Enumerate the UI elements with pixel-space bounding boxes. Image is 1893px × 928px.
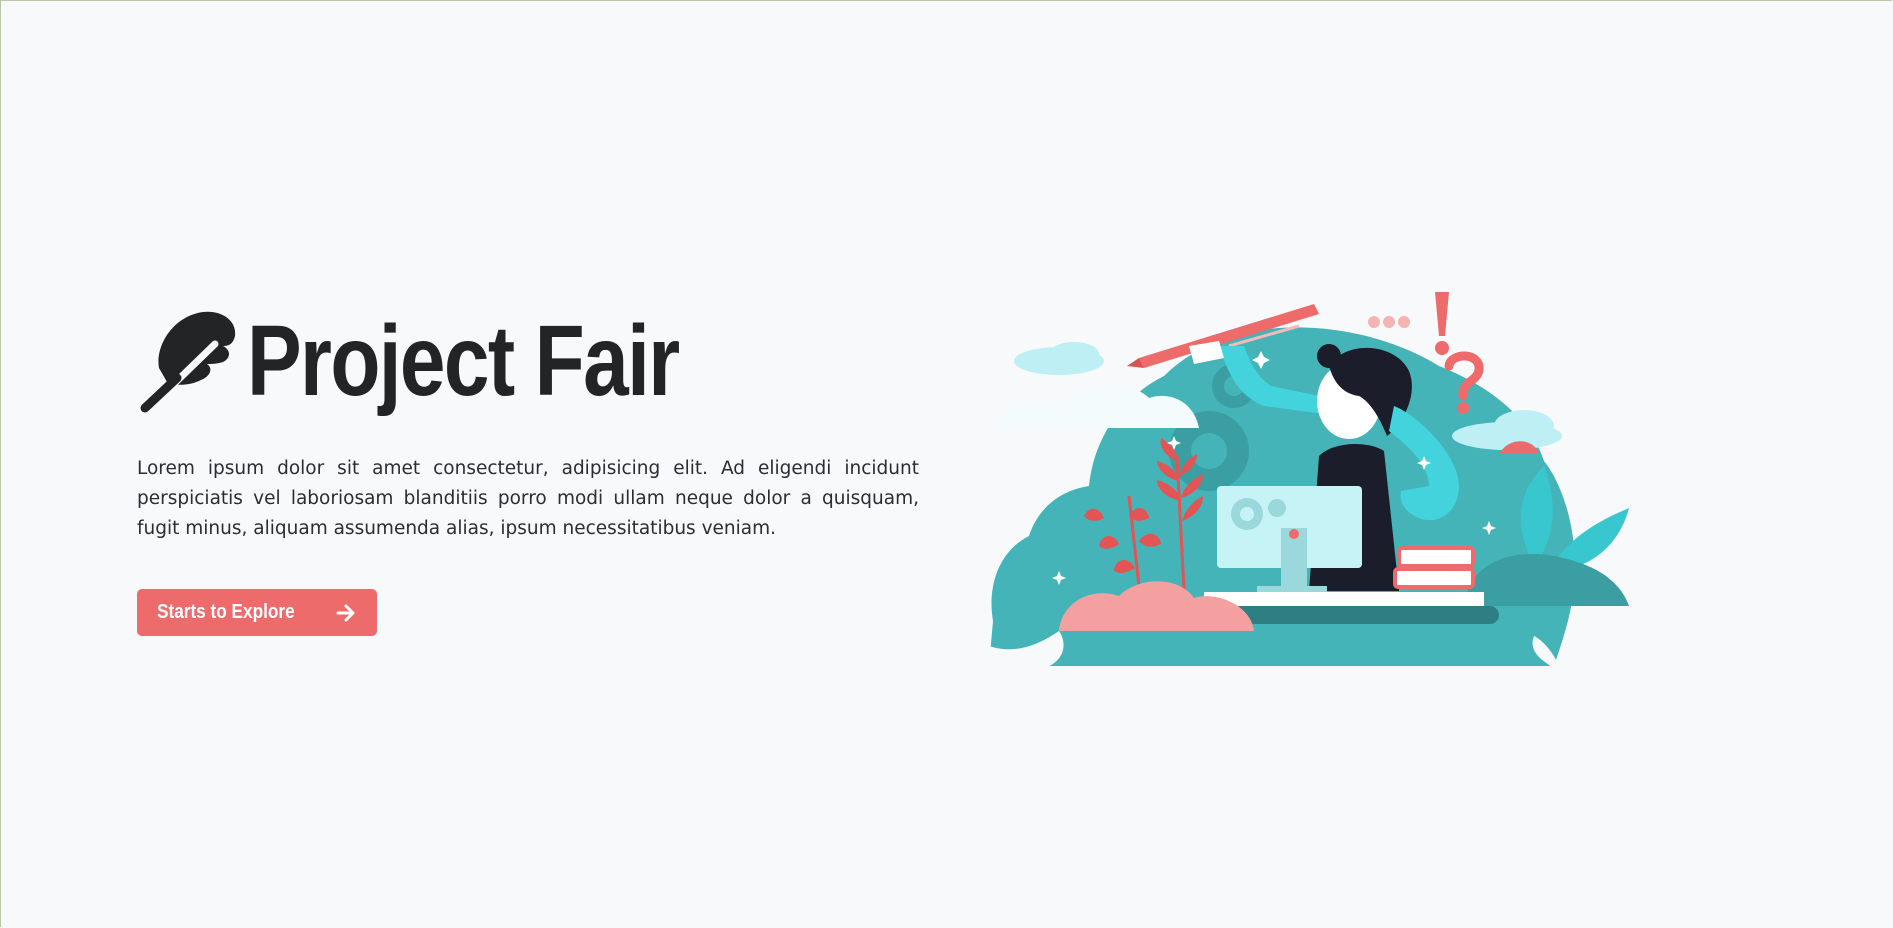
feather-icon [140,311,236,414]
page-title: Project Fair [247,305,680,417]
person-at-desk-illustration [989,292,1629,666]
explore-button-label: Starts to Explore [157,601,295,623]
arrow-right-icon [336,604,355,621]
hero-description: Lorem ipsum dolor sit amet consectetur, … [137,458,919,539]
hero-section: Project Fair Lorem ipsum dolor sit amet … [137,306,919,636]
explore-button[interactable]: Starts to Explore [137,589,378,636]
brand: Project Fair [137,306,919,416]
page-frame: Project Fair Lorem ipsum dolor sit amet … [0,0,1892,927]
